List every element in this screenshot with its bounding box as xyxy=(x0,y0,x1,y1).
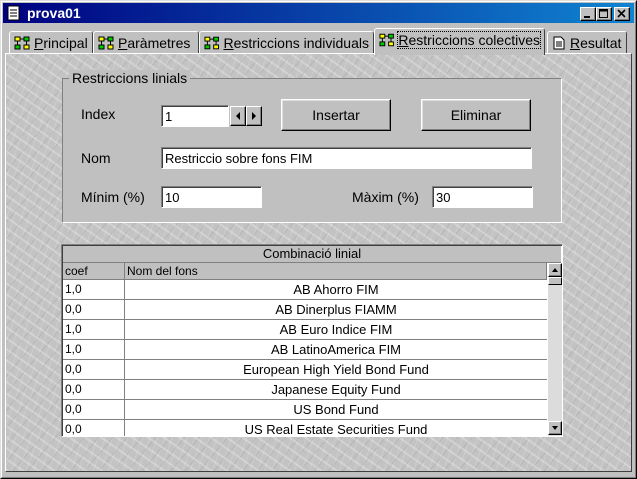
delete-button[interactable]: Eliminar xyxy=(421,99,531,131)
tab-parametres[interactable]: Paràmetres xyxy=(93,31,199,53)
name-field[interactable] xyxy=(161,147,532,169)
index-increment-button[interactable] xyxy=(246,106,262,126)
linear-constraints-group: Restriccions linials Index Insertar Elim… xyxy=(62,70,562,223)
linear-combination-grid[interactable]: Combinació linial coef Nom del fons 1,0 … xyxy=(61,244,563,437)
column-header-fund-name[interactable]: Nom del fons xyxy=(125,263,547,280)
table-row[interactable]: 1,0 AB Euro Indice FIM xyxy=(63,320,547,340)
tab-label: Principal xyxy=(34,34,88,51)
maximize-button[interactable] xyxy=(596,7,612,21)
tab-label: Resultat xyxy=(570,34,622,51)
table-row[interactable]: 0,0 Japanese Equity Fund xyxy=(63,380,547,400)
coef-cell[interactable]: 0,0 xyxy=(63,300,125,319)
index-label: Index xyxy=(81,106,116,122)
tab-resultat[interactable]: Resultat xyxy=(547,31,627,53)
coef-cell[interactable]: 0,0 xyxy=(63,380,125,399)
arrow-up-icon xyxy=(552,268,558,272)
insert-button[interactable]: Insertar xyxy=(281,99,391,131)
tab-restriccions-individuals[interactable]: Restriccions individuals xyxy=(199,31,374,53)
coef-cell[interactable]: 0,0 xyxy=(63,400,125,419)
coef-cell[interactable]: 1,0 xyxy=(63,340,125,359)
table-row[interactable]: 0,0 European High Yield Bond Fund xyxy=(63,360,547,380)
minimize-icon xyxy=(584,16,590,18)
fund-name-cell[interactable]: AB Ahorro FIM xyxy=(125,280,547,299)
min-label: Mínim (%) xyxy=(81,189,145,205)
minimize-button[interactable] xyxy=(580,7,596,21)
network-icon xyxy=(98,36,114,49)
tab-restriccions-colectives[interactable]: Restriccions colectives xyxy=(374,28,545,55)
arrow-left-icon xyxy=(236,112,240,120)
table-row[interactable]: 0,0 US Real Estate Securities Fund xyxy=(63,420,547,436)
table-row[interactable]: 1,0 AB LatinoAmerica FIM xyxy=(63,340,547,360)
fund-name-cell[interactable]: US Real Estate Securities Fund xyxy=(125,420,547,436)
coef-cell[interactable]: 0,0 xyxy=(63,360,125,379)
tab-principal[interactable]: Principal xyxy=(9,31,93,53)
vertical-scrollbar[interactable] xyxy=(548,263,562,436)
tab-page: Restriccions linials Index Insertar Elim… xyxy=(5,53,632,472)
scroll-down-button[interactable] xyxy=(548,421,562,435)
fund-name-cell[interactable]: AB Euro Indice FIM xyxy=(125,320,547,339)
table-row[interactable]: 0,0 AB Dinerplus FIAMM xyxy=(63,300,547,320)
maximize-icon xyxy=(599,9,608,18)
column-header-coef[interactable]: coef xyxy=(63,263,125,280)
index-decrement-button[interactable] xyxy=(230,106,246,126)
fund-name-cell[interactable]: AB Dinerplus FIAMM xyxy=(125,300,547,319)
table-row[interactable]: 0,0 US Bond Fund xyxy=(63,400,547,420)
name-label: Nom xyxy=(81,150,111,166)
tab-label: Restriccions individuals xyxy=(223,34,369,51)
arrow-down-icon xyxy=(552,426,558,430)
coef-cell[interactable]: 1,0 xyxy=(63,280,125,299)
close-icon xyxy=(617,9,626,18)
table-row[interactable]: 1,0 AB Ahorro FIM xyxy=(63,280,547,300)
window-title: prova01 xyxy=(27,5,81,21)
coef-cell[interactable]: 1,0 xyxy=(63,320,125,339)
max-field[interactable] xyxy=(432,186,533,208)
group-title: Restriccions linials xyxy=(69,70,191,86)
fund-name-cell[interactable]: AB LatinoAmerica FIM xyxy=(125,340,547,359)
network-icon xyxy=(379,33,394,47)
tab-strip: Principal Paràmetres Restriccions indivi… xyxy=(5,28,633,55)
arrow-right-icon xyxy=(252,112,256,120)
network-icon xyxy=(14,36,30,49)
scroll-up-button[interactable] xyxy=(548,263,562,277)
close-button[interactable] xyxy=(614,7,630,21)
grid-title: Combinació linial xyxy=(63,246,561,263)
tab-label: Restriccions colectives xyxy=(397,31,541,49)
app-window: prova01 Principal Paràmetres Restriccion… xyxy=(0,0,637,479)
fund-name-cell[interactable]: European High Yield Bond Fund xyxy=(125,360,547,379)
title-bar[interactable]: prova01 xyxy=(3,3,634,23)
coef-cell[interactable]: 0,0 xyxy=(63,420,125,436)
index-field[interactable] xyxy=(161,105,229,127)
fund-name-cell[interactable]: Japanese Equity Fund xyxy=(125,380,547,399)
min-field[interactable] xyxy=(161,186,262,208)
scroll-thumb[interactable] xyxy=(548,277,562,285)
tab-label: Paràmetres xyxy=(118,34,191,51)
document-icon xyxy=(7,5,20,21)
document-icon xyxy=(553,36,565,49)
network-icon xyxy=(204,36,219,49)
max-label: Màxim (%) xyxy=(352,189,419,205)
fund-name-cell[interactable]: US Bond Fund xyxy=(125,400,547,419)
